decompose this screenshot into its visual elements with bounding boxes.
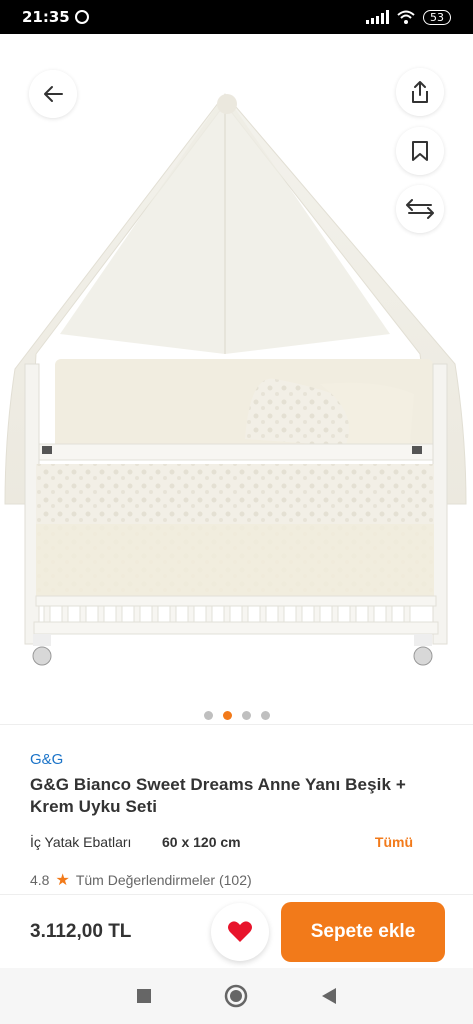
share-button[interactable] <box>396 68 444 116</box>
carousel-dot[interactable] <box>241 711 251 720</box>
back-button[interactable] <box>29 70 77 118</box>
rating-value: 4.8 <box>30 872 50 888</box>
share-icon <box>412 81 428 103</box>
product-info: G&G G&G Bianco Sweet Dreams Anne Yanı Be… <box>0 724 473 894</box>
carousel-dot-active[interactable] <box>222 711 232 720</box>
compare-arrows-icon <box>406 199 434 219</box>
signal-icon <box>366 10 389 24</box>
bookmark-button[interactable] <box>396 127 444 175</box>
favorite-button[interactable] <box>211 902 269 961</box>
alarm-icon <box>74 10 89 24</box>
status-bar: 21:35 53 <box>0 0 473 34</box>
carousel-dot[interactable] <box>203 711 213 720</box>
spec-value: 60 x 120 cm <box>162 834 241 850</box>
compare-button[interactable] <box>396 185 444 233</box>
product-title: G&G Bianco Sweet Dreams Anne Yanı Beşik … <box>30 775 406 816</box>
product-image-carousel[interactable] <box>0 34 473 724</box>
status-time: 21:35 <box>22 8 70 26</box>
spec-label: İç Yatak Ebatları <box>30 834 132 850</box>
purchase-bar: 3.112,00 TL Sepete ekle <box>0 894 473 968</box>
wifi-icon <box>397 10 415 24</box>
carousel-dot[interactable] <box>260 711 270 720</box>
rating-row[interactable]: 4.8 ★ Tüm Değerlendirmeler (102) <box>30 870 443 890</box>
bookmark-icon <box>412 141 428 161</box>
arrow-left-icon <box>44 86 63 102</box>
reviews-link[interactable]: Tüm Değerlendirmeler (102) <box>76 872 252 888</box>
back-nav-icon[interactable] <box>321 987 337 1005</box>
recents-icon[interactable] <box>136 988 152 1004</box>
price: 3.112,00 TL <box>30 920 132 942</box>
add-to-cart-button[interactable]: Sepete ekle <box>281 901 445 962</box>
heart-icon <box>228 920 252 942</box>
spec-all-link[interactable]: Tümü <box>375 834 413 850</box>
battery-icon: 53 <box>423 9 451 25</box>
brand-link[interactable]: G&G <box>30 751 443 768</box>
system-nav-bar <box>0 968 473 1024</box>
status-right: 53 <box>366 9 451 25</box>
spec-row: İç Yatak Ebatları 60 x 120 cm Tümü <box>30 834 443 850</box>
home-icon[interactable] <box>224 984 248 1008</box>
star-icon: ★ <box>55 872 70 889</box>
carousel-indicators <box>0 711 473 720</box>
